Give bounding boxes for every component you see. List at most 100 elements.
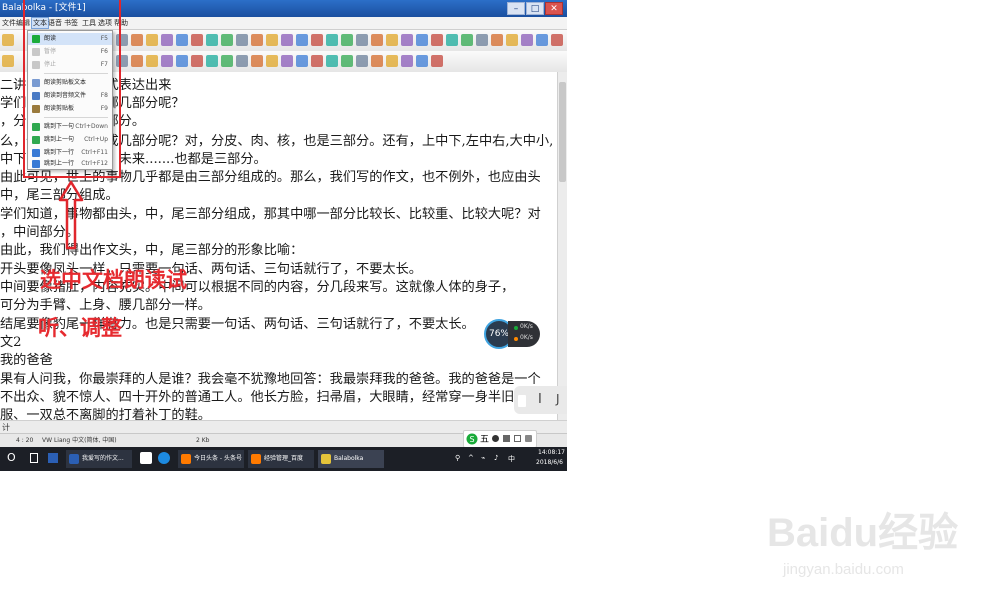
- print-toolbar-button-icon[interactable]: [401, 55, 413, 67]
- save-toolbar-button-icon[interactable]: [386, 55, 398, 67]
- close-button[interactable]: ✕: [545, 2, 563, 15]
- undo-toolbar-button-icon[interactable]: [221, 55, 233, 67]
- sogou-icon: S: [466, 433, 478, 445]
- application-window: Balabolka - [文件1] – □ ✕ 文件 编辑 文本 语音 书签 工…: [0, 0, 567, 471]
- undo-toolbar-button-icon[interactable]: [341, 55, 353, 67]
- cut-toolbar-button-icon[interactable]: [176, 55, 188, 67]
- cut-toolbar-button-icon[interactable]: [416, 55, 428, 67]
- copy-toolbar-button-icon[interactable]: [311, 55, 323, 67]
- text-line: 服、一双总不离脚的打着补丁的鞋。: [0, 408, 211, 420]
- undo-toolbar-button-icon[interactable]: [341, 34, 353, 46]
- cut-toolbar-button-icon[interactable]: [296, 34, 308, 46]
- settings-icon[interactable]: [525, 435, 532, 442]
- store-icon[interactable]: [48, 453, 58, 463]
- cut-toolbar-button-icon[interactable]: [536, 34, 548, 46]
- menu-file[interactable]: 文件: [2, 17, 16, 29]
- print-toolbar-button-icon[interactable]: [161, 55, 173, 67]
- paste-toolbar-button-icon[interactable]: [326, 55, 338, 67]
- task-label: 我爱写的作文...: [82, 455, 124, 462]
- moon-icon[interactable]: [492, 435, 499, 442]
- new-file-toolbar-button-icon[interactable]: [236, 34, 248, 46]
- print-toolbar-button-icon[interactable]: [161, 34, 173, 46]
- cut-toolbar-button-icon[interactable]: [296, 55, 308, 67]
- save-toolbar-button-icon[interactable]: [146, 34, 158, 46]
- print-toolbar-button-icon[interactable]: [401, 34, 413, 46]
- minimize-button[interactable]: –: [507, 2, 525, 15]
- start-button[interactable]: O: [7, 451, 16, 464]
- copy-toolbar-button-icon[interactable]: [311, 34, 323, 46]
- taskbar: O 我爱写的作文... 今日头条 - 头条号 经验管理_百度 Balabolka…: [0, 447, 567, 471]
- chevron-up-icon[interactable]: ^: [468, 454, 474, 462]
- open-file-toolbar-button-icon[interactable]: [131, 34, 143, 46]
- undo-toolbar-button-icon[interactable]: [221, 34, 233, 46]
- paste-toolbar-button-icon[interactable]: [206, 55, 218, 67]
- edge-panel[interactable]: I J: [514, 386, 567, 414]
- save-toolbar-button-icon[interactable]: [386, 34, 398, 46]
- open-file-toolbar-button-icon[interactable]: [251, 55, 263, 67]
- file-size: 2 Kb: [196, 437, 210, 444]
- download-speed: 0K/s: [520, 334, 533, 341]
- task-item-word[interactable]: 我爱写的作文...: [66, 450, 132, 468]
- copy-toolbar-button-icon[interactable]: [191, 55, 203, 67]
- open-file-toolbar-button-icon[interactable]: [131, 55, 143, 67]
- task-label: 今日头条 - 头条号: [194, 455, 242, 462]
- print-toolbar-button-icon[interactable]: [281, 34, 293, 46]
- undo-toolbar-button-icon[interactable]: [461, 34, 473, 46]
- new-file-toolbar-button-icon[interactable]: [356, 55, 368, 67]
- new-file-toolbar-button-icon[interactable]: [2, 55, 14, 67]
- highlight-box: [23, 0, 121, 178]
- save-toolbar-button-icon[interactable]: [506, 34, 518, 46]
- volume-icon[interactable]: ♪: [494, 454, 498, 462]
- watermark-url: jingyan.baidu.com: [782, 561, 904, 578]
- ime-indicator-icon[interactable]: 中: [508, 454, 515, 464]
- new-file-toolbar-button-icon[interactable]: [476, 34, 488, 46]
- ime-mode[interactable]: 五: [480, 432, 489, 445]
- new-file-toolbar-button-icon[interactable]: [236, 55, 248, 67]
- copy-toolbar-button-icon[interactable]: [191, 34, 203, 46]
- text-line: 文2: [0, 335, 22, 350]
- cursor-icon: I: [538, 392, 542, 407]
- keyboard-icon[interactable]: [514, 435, 521, 442]
- print-toolbar-button-icon[interactable]: [521, 34, 533, 46]
- word-icon: [69, 454, 79, 464]
- network-icon[interactable]: ⌁: [481, 454, 485, 462]
- cut-toolbar-button-icon[interactable]: [176, 34, 188, 46]
- date[interactable]: 2018/6/6: [536, 459, 563, 466]
- open-file-toolbar-button-icon[interactable]: [371, 55, 383, 67]
- new-file-toolbar-button-icon[interactable]: [356, 34, 368, 46]
- clock[interactable]: 14:08:17: [538, 449, 565, 456]
- ie-icon[interactable]: [158, 452, 170, 464]
- maximize-button[interactable]: □: [526, 2, 544, 15]
- bird-icon[interactable]: [140, 452, 152, 464]
- paste-toolbar-button-icon[interactable]: [446, 34, 458, 46]
- new-file-toolbar-button-icon[interactable]: [2, 34, 14, 46]
- scrollbar-thumb[interactable]: [559, 82, 566, 182]
- open-file-toolbar-button-icon[interactable]: [251, 34, 263, 46]
- task-view-icon[interactable]: [30, 453, 38, 463]
- punctuation-icon[interactable]: [503, 435, 510, 442]
- task-item-browser2[interactable]: 经验管理_百度: [248, 450, 314, 468]
- upload-icon: [514, 326, 518, 330]
- copy-toolbar-button-icon[interactable]: [431, 55, 443, 67]
- copy-toolbar-button-icon[interactable]: [551, 34, 563, 46]
- open-file-toolbar-button-icon[interactable]: [371, 34, 383, 46]
- save-toolbar-button-icon[interactable]: [146, 55, 158, 67]
- save-toolbar-button-icon[interactable]: [266, 34, 278, 46]
- vertical-scrollbar[interactable]: [557, 72, 567, 420]
- save-toolbar-button-icon[interactable]: [266, 55, 278, 67]
- copy-toolbar-button-icon[interactable]: [431, 34, 443, 46]
- open-file-toolbar-button-icon[interactable]: [491, 34, 503, 46]
- print-toolbar-button-icon[interactable]: [281, 55, 293, 67]
- paste-toolbar-button-icon[interactable]: [326, 34, 338, 46]
- paste-toolbar-button-icon[interactable]: [206, 34, 218, 46]
- task-label: Balabolka: [334, 455, 364, 462]
- watermark-brand: Baidu经验: [767, 511, 958, 555]
- cut-toolbar-button-icon[interactable]: [416, 34, 428, 46]
- ime-toolbar[interactable]: S 五: [463, 430, 537, 448]
- network-monitor-widget[interactable]: 76% 0K/s 0K/s: [484, 315, 540, 355]
- browser-icon: [251, 454, 261, 464]
- task-item-browser1[interactable]: 今日头条 - 头条号: [178, 450, 244, 468]
- task-item-balabolka[interactable]: Balabolka: [318, 450, 384, 468]
- people-icon[interactable]: ⚲: [455, 454, 460, 462]
- text-line: 果有人问我，你最崇拜的人是谁？我会毫不犹豫地回答：我最崇拜我的爸爸。我的爸爸是一…: [0, 372, 541, 387]
